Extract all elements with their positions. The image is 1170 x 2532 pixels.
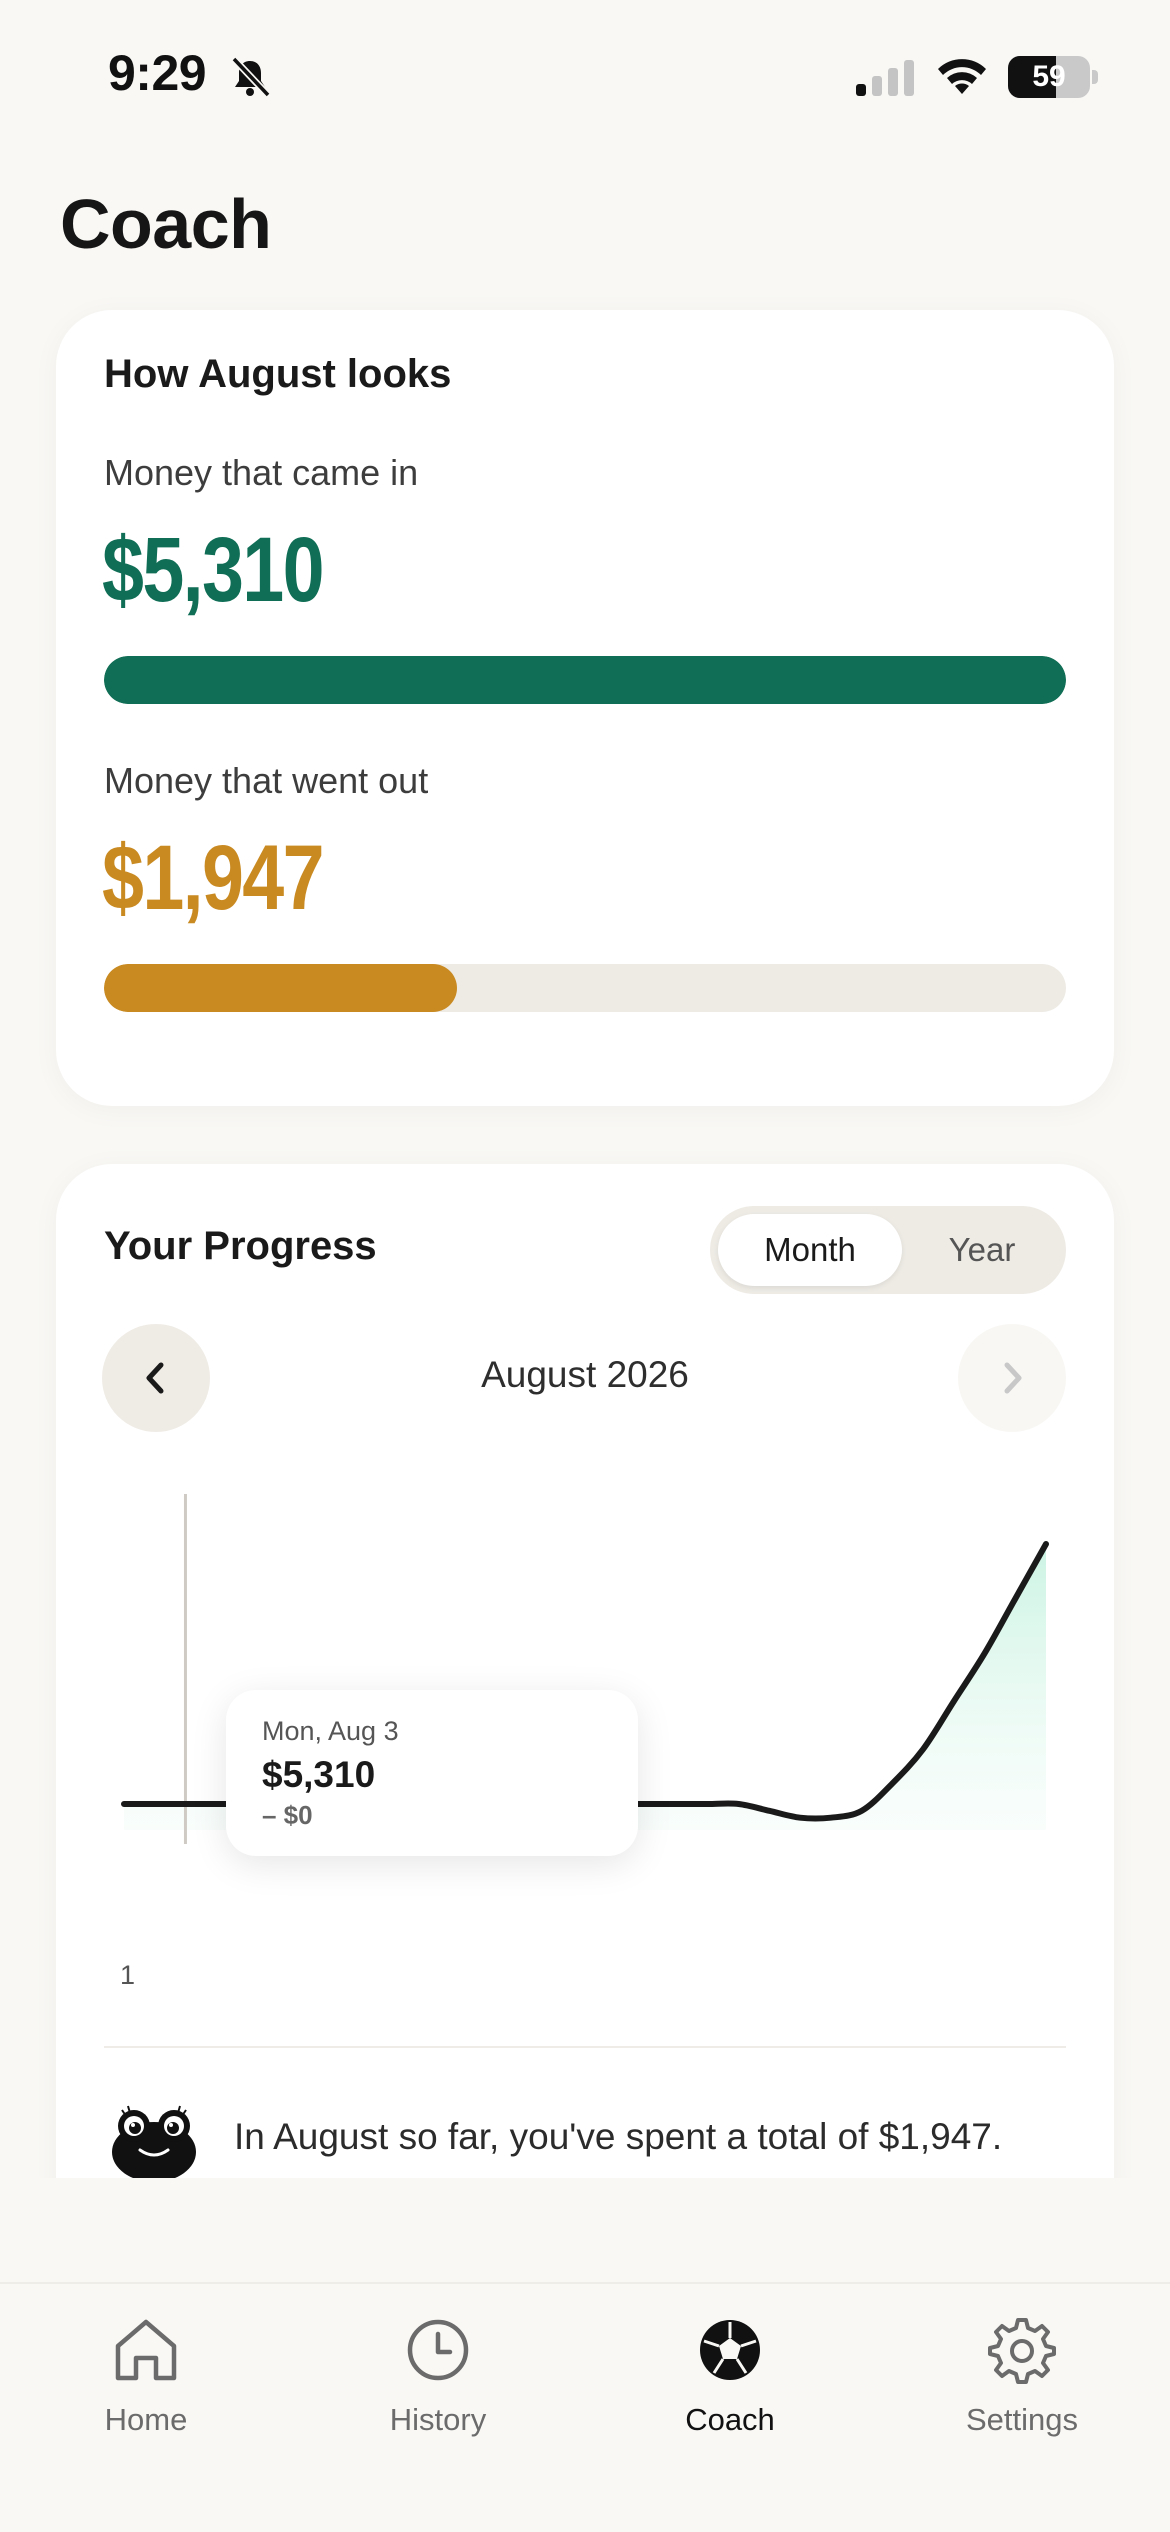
summary-card: How August looks Money that came in $5,3… <box>56 310 1114 1106</box>
clock-icon <box>407 2319 469 2381</box>
tooltip-sub: – $0 <box>262 1800 313 1830</box>
tab-history-label: History <box>389 2402 487 2437</box>
gear-icon <box>988 2318 1056 2384</box>
divider <box>104 2046 1066 2048</box>
spending-amount: $1,947 <box>102 827 325 929</box>
progress-card: Your Progress Month Year August 2026 Mon… <box>56 1164 1114 2284</box>
tab-history[interactable]: History <box>292 2306 584 2466</box>
wifi-icon <box>938 59 986 94</box>
spending-bar <box>104 964 1066 1012</box>
summary-card-title: How August looks <box>104 352 452 396</box>
bell-slash-icon <box>231 56 271 98</box>
period-segmented-control: Month Year <box>710 1206 1066 1294</box>
chevron-right-icon <box>1004 1362 1022 1394</box>
tab-home-label: Home <box>104 2402 188 2437</box>
status-time: 9:29 <box>108 45 207 101</box>
home-icon <box>115 2319 177 2381</box>
income-label: Money that came in <box>104 452 419 493</box>
tab-coach[interactable]: Coach <box>584 2306 876 2466</box>
signal-icon <box>856 60 914 96</box>
progress-card-title: Your Progress <box>104 1224 377 1268</box>
segment-month[interactable]: Month <box>718 1214 902 1286</box>
chart-tooltip: Mon, Aug 3 $5,310 – $0 <box>226 1690 638 1856</box>
coach-message: In August so far, you've spent a total o… <box>234 2116 1003 2157</box>
battery-icon: 59 <box>1008 56 1090 98</box>
x-axis-tick-label: 1 <box>120 1960 136 1990</box>
spending-bar-fill <box>104 964 458 1012</box>
tab-coach-label: Coach <box>685 2402 775 2437</box>
status-bar: 9:29 59 <box>0 0 1170 150</box>
tooltip-value: $5,310 <box>262 1754 376 1795</box>
tab-settings[interactable]: Settings <box>876 2306 1168 2466</box>
battery-percent: 59 <box>1032 60 1066 93</box>
tab-home[interactable]: Home <box>0 2306 292 2466</box>
tooltip-date: Mon, Aug 3 <box>262 1716 399 1746</box>
page-title: Coach <box>60 185 272 263</box>
income-bar-fill <box>104 656 1066 704</box>
period-label: August 2026 <box>481 1354 689 1395</box>
coach-ball-icon <box>700 2320 760 2380</box>
content-fade <box>0 2178 1170 2288</box>
tab-bar: Home History Coach Settings <box>0 2282 1170 2532</box>
next-month-button[interactable] <box>958 1324 1066 1432</box>
income-bar <box>104 656 1066 704</box>
spending-label: Money that went out <box>104 760 429 801</box>
frog-mascot-icon <box>112 2105 196 2182</box>
income-amount: $5,310 <box>102 519 325 621</box>
battery-cap <box>1092 70 1098 84</box>
segment-year[interactable]: Year <box>906 1214 1058 1286</box>
tab-settings-label: Settings <box>965 2402 1078 2437</box>
